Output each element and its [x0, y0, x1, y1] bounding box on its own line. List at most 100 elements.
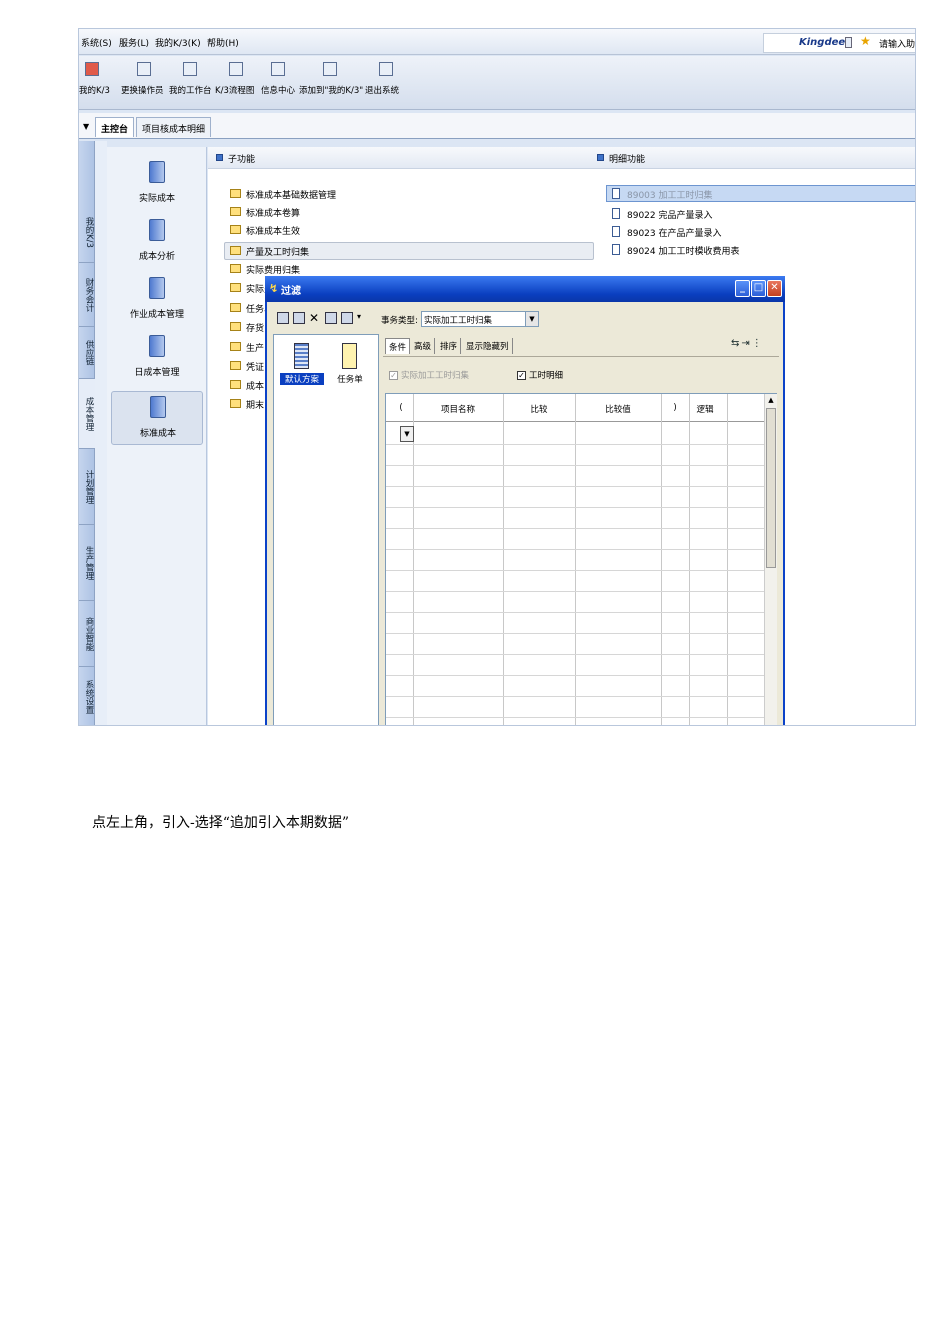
- detail-name: 完品产量录入: [658, 211, 713, 221]
- folder-label: 产量及工时归集: [246, 248, 310, 258]
- screenshot-frame: 系统(S) 服务(L) 我的K/3(K) 帮助(H) Kingdee ★ 请输入…: [78, 28, 916, 726]
- copy-icon[interactable]: [325, 312, 337, 324]
- book-icon[interactable]: [845, 37, 852, 48]
- folder-icon: [230, 225, 241, 234]
- biz-type-label: 事务类型:: [381, 316, 418, 326]
- grid-row-line: [386, 528, 764, 529]
- biz-type-select[interactable]: 实际加工工时归集 ▼: [421, 311, 539, 327]
- vnav-my-k3[interactable]: 我的K/3: [79, 203, 95, 263]
- folder-label: 标准成本生效: [246, 227, 301, 237]
- vnav-supply-chain[interactable]: 供应链: [79, 327, 95, 379]
- vnav-production[interactable]: 生产管理: [79, 525, 95, 601]
- folder-label: 成本: [246, 382, 265, 392]
- minimize-button[interactable]: _: [735, 280, 750, 297]
- grid-row-line: [386, 696, 764, 697]
- vertical-scrollbar[interactable]: ▲: [764, 394, 777, 725]
- module-actual-cost[interactable]: 实际成本: [111, 161, 203, 215]
- detail-name: 加工工时模收费用表: [658, 247, 740, 257]
- scheme-task-order[interactable]: 任务单: [332, 343, 368, 399]
- toolbar-exit-button[interactable]: 退出系统: [365, 62, 405, 106]
- grid-row-line: [386, 570, 764, 571]
- chevron-down-icon[interactable]: ▼: [525, 312, 538, 326]
- maximize-button[interactable]: □: [751, 280, 766, 297]
- document-icon: [612, 188, 620, 199]
- toolbar-label: 退出系统: [365, 86, 400, 96]
- folder-icon: [230, 283, 241, 292]
- scheme-label: 任务单: [337, 375, 363, 385]
- tab-project-cost-detail[interactable]: 项目核成本明细: [136, 117, 212, 137]
- toolbar-label: 更换操作员: [121, 86, 164, 96]
- grid-row-line: [386, 465, 764, 466]
- module-label: 日成本管理: [134, 368, 180, 378]
- chevron-down-icon[interactable]: ▼: [83, 122, 89, 131]
- chevron-down-icon[interactable]: ▾: [357, 312, 361, 321]
- detail-code: 89024: [627, 247, 656, 257]
- quick-search-hint[interactable]: 请输入助记: [879, 37, 915, 50]
- folder-icon: [230, 322, 241, 331]
- dialog-title-bar[interactable]: ↯ 过滤 _ □ ✕: [265, 276, 785, 302]
- menu-system[interactable]: 系统(S): [81, 36, 112, 49]
- workbench-icon: [183, 62, 197, 76]
- tab-show-hide-columns[interactable]: 显示隐藏列: [463, 338, 513, 354]
- grid-row-line: [386, 633, 764, 634]
- grid-row-line: [386, 507, 764, 508]
- k3-home-icon: [85, 62, 99, 76]
- toolbar-label: 我的工作台: [169, 86, 212, 96]
- module-label: 标准成本: [139, 429, 176, 439]
- tab-advanced[interactable]: 高级: [411, 338, 436, 354]
- detail-label: 89022 完品产量录入: [627, 208, 713, 221]
- save-icon[interactable]: [277, 312, 289, 324]
- vnav-system-settings[interactable]: 系统设置: [79, 667, 95, 725]
- delete-icon[interactable]: ✕: [309, 312, 321, 324]
- document-icon: [612, 208, 620, 219]
- grid-row-line: [386, 654, 764, 655]
- scroll-thumb[interactable]: [766, 408, 776, 568]
- module-standard-cost[interactable]: 标准成本: [111, 391, 203, 445]
- save-as-icon[interactable]: [293, 312, 305, 324]
- chevron-down-icon[interactable]: ▼: [400, 426, 414, 442]
- close-button[interactable]: ✕: [767, 280, 782, 297]
- menu-service[interactable]: 服务(L): [119, 36, 149, 49]
- checkbox-actual-hours[interactable]: ✓ 实际加工工时归集: [389, 369, 469, 381]
- tab-conditions[interactable]: 条件: [385, 338, 411, 354]
- toolbar-workbench-button[interactable]: 我的工作台: [169, 62, 213, 106]
- tab-sort[interactable]: 排序: [437, 338, 462, 354]
- scheme-label: 默认方案: [280, 373, 324, 385]
- vnav-cost-management[interactable]: 成本管理: [79, 379, 95, 449]
- toolbar-my-k3-button[interactable]: 我的K/3: [79, 62, 119, 106]
- module-daily-cost[interactable]: 日成本管理: [111, 335, 203, 389]
- section-header: 子功能 明细功能: [208, 147, 915, 169]
- detail-label: 89024 加工工时模收费用表: [627, 244, 740, 257]
- scheme-default[interactable]: 默认方案: [280, 343, 324, 399]
- toolbar-add-favorite-button[interactable]: 添加到"我的K/3": [299, 62, 363, 106]
- folder-open-icon: [230, 246, 241, 255]
- vnav-finance[interactable]: 财务会计: [79, 263, 95, 327]
- module-activity-cost[interactable]: 作业成本管理: [111, 277, 203, 331]
- biz-type-value: 实际加工工时归集: [424, 316, 493, 326]
- checkbox-hours-detail[interactable]: ✓ 工时明细: [517, 369, 563, 381]
- menu-help[interactable]: 帮助(H): [207, 36, 239, 49]
- scroll-up-icon[interactable]: ▲: [766, 395, 776, 406]
- toolbar-message-center-button[interactable]: 信息中心: [261, 62, 297, 106]
- checkbox-label: 实际加工工时归集: [401, 371, 470, 381]
- vnav-business-intelligence[interactable]: 商业智能: [79, 601, 95, 667]
- header-logic: 逻辑: [696, 405, 714, 415]
- detail-code: 89023: [627, 229, 656, 239]
- grid-action-icons[interactable]: ⇆⇥⋮: [731, 338, 764, 349]
- folder-label: 标准成本基础数据管理: [246, 191, 337, 201]
- toolbar-flowchart-button[interactable]: K/3流程图: [215, 62, 259, 106]
- module-cost-analysis[interactable]: 成本分析: [111, 219, 203, 273]
- module-label: 实际成本: [138, 194, 175, 204]
- module-label: 作业成本管理: [129, 310, 184, 320]
- toolbar-change-user-button[interactable]: 更换操作员: [121, 62, 167, 106]
- condition-grid[interactable]: ( 项目名称 比较 比较值 ) 逻辑 ▼ ▲: [385, 393, 777, 725]
- exit-icon: [379, 62, 393, 76]
- header-item-name: 项目名称: [440, 405, 475, 415]
- folder-icon: [230, 207, 241, 216]
- vnav-planning[interactable]: 计划管理: [79, 449, 95, 525]
- menu-my-k3[interactable]: 我的K/3(K): [155, 36, 201, 49]
- detail-functions-title: 明细功能: [609, 155, 646, 165]
- filter-dialog: ↯ 过滤 _ □ ✕ ✕ ▾ 事务类型: 实际加工工时归集 ▼ 默认方案 任务单…: [265, 276, 785, 725]
- tab-main-console[interactable]: 主控台: [95, 117, 135, 137]
- options-icon[interactable]: [341, 312, 353, 324]
